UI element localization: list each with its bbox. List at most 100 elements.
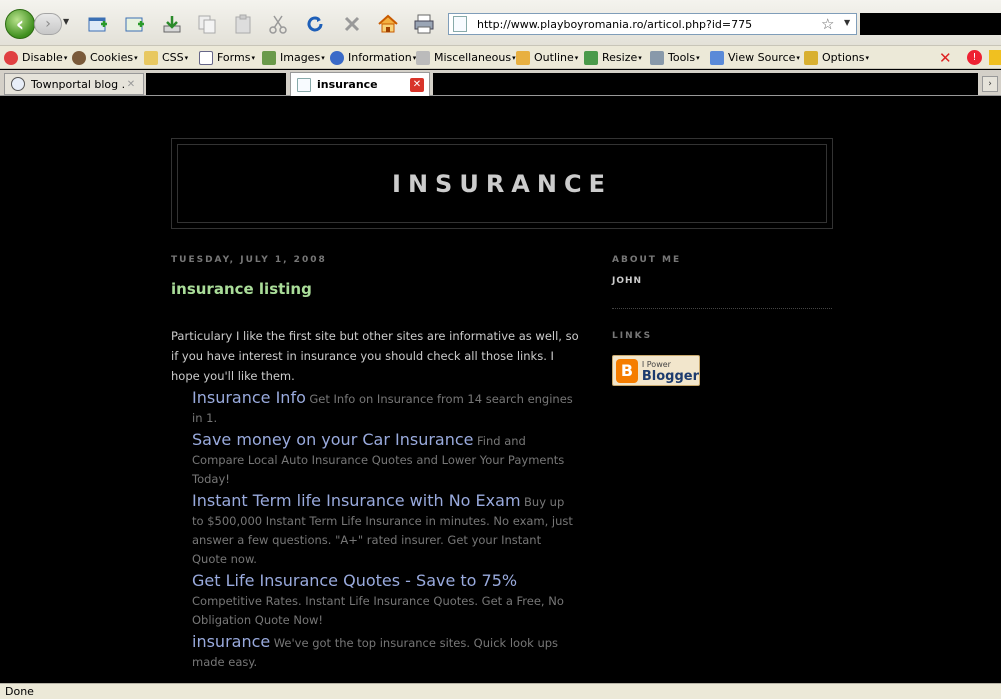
reload-button[interactable] [303,12,327,36]
close-icon[interactable]: ✕ [939,49,952,67]
new-window-icon [125,17,144,32]
chevron-down-icon: ▾ [63,53,68,62]
ad-link[interactable]: Instant Term life Insurance with No Exam [192,491,521,510]
cookies-label: Cookies [90,51,134,64]
ad-link[interactable]: insurance [192,632,270,651]
back-button[interactable]: ‹ [5,9,35,39]
miscellaneous-icon [416,50,430,65]
chevron-down-icon: ▾ [251,53,255,62]
paste-button[interactable] [231,12,255,36]
tab-label: insurance [317,78,378,91]
forward-button[interactable]: › [34,13,62,35]
ad-item: Insurance Info Get Info on Insurance fro… [192,388,579,428]
error-icon[interactable]: ! [967,50,982,65]
chevron-down-icon: ▾ [574,53,579,62]
ad-list: Insurance Info Get Info on Insurance fro… [192,388,579,672]
blog-title[interactable]: Insurance [392,170,612,198]
miscellaneous-menu[interactable]: Miscellaneous ▾ [416,49,516,66]
navigation-toolbar: ‹ › ▼ ☆ ▼ [0,0,1001,46]
page-icon [297,77,311,92]
chevron-down-icon: ▾ [321,53,325,62]
options-menu[interactable]: Options ▾ [804,49,869,66]
css-menu[interactable]: CSS ▾ [144,49,188,66]
resize-menu[interactable]: Resize ▾ [584,49,642,66]
ad-link[interactable]: Save money on your Car Insurance [192,430,474,449]
stop-button[interactable] [340,12,364,36]
view-source-menu[interactable]: View Source ▾ [710,49,800,66]
chevron-down-icon: ▾ [696,53,700,62]
chevron-down-icon: ▾ [796,53,800,62]
badge-big-text: Blogger [641,368,699,384]
page-icon [453,16,467,32]
status-bar: Done [0,683,1001,699]
chevron-down-icon: ▾ [865,53,869,62]
ad-item: insurance We've got the top insurance si… [192,632,579,672]
url-dropdown-icon[interactable]: ▼ [844,18,850,27]
ad-item: Save money on your Car Insurance Find an… [192,430,579,489]
forms-icon [199,50,213,65]
post-title[interactable]: insurance listing [171,280,581,298]
new-tab-icon [88,17,107,32]
home-button[interactable] [376,12,400,36]
history-dropdown-button[interactable]: ▼ [63,17,73,31]
tools-label: Tools [668,51,696,64]
ad-item: Get Life Insurance Quotes - Save to 75% … [192,571,579,630]
profile-name-link[interactable]: John [612,276,832,286]
close-icon[interactable]: ✕ [410,77,424,92]
css-folder-icon [144,50,158,65]
cut-icon [269,15,287,34]
tools-menu[interactable]: Tools ▾ [650,49,700,66]
outline-menu[interactable]: Outline ▾ [516,49,578,66]
images-menu[interactable]: Images ▾ [262,49,325,66]
ad-link[interactable]: Get Life Insurance Quotes - Save to 75% [192,571,517,590]
information-label: Information [348,51,412,64]
warning-icon[interactable] [989,50,1001,65]
status-text: Done [5,685,34,698]
resize-icon [584,50,598,65]
options-key-icon [804,50,818,65]
information-menu[interactable]: Information ▾ [330,49,416,66]
tab-list-chevron-icon[interactable]: › [982,76,998,92]
tab-townportal[interactable]: Townportal blog ... ✕ [4,73,144,95]
forms-menu[interactable]: Forms ▾ [199,49,255,66]
url-input[interactable] [477,16,817,32]
links-heading: Links [612,331,653,341]
post-date: Tuesday, July 1, 2008 [171,255,327,265]
blog-header: Insurance [171,138,833,229]
search-input[interactable] [860,13,1001,35]
address-bar[interactable]: ☆ ▼ [448,13,857,35]
blogger-logo-icon: B [616,358,638,383]
ad-item: Instant Term life Insurance with No Exam… [192,491,579,569]
disable-menu[interactable]: Disable ▾ [4,49,67,66]
print-button[interactable] [412,12,436,36]
sidebar-divider [612,308,832,309]
new-window-button[interactable] [123,12,147,36]
blank-tab[interactable] [433,73,978,95]
blog-header-inner: Insurance [177,144,827,223]
bookmark-star-icon[interactable]: ☆ [821,15,834,33]
tab-bar: Townportal blog ... ✕ insurance ✕ › [0,70,1001,96]
miscellaneous-label: Miscellaneous [434,51,512,64]
close-icon[interactable]: ✕ [124,77,138,91]
web-developer-toolbar: Disable ▾ Cookies ▾ CSS ▾ Forms ▾ Images ▾ In… [0,46,1001,69]
cut-button[interactable] [266,12,290,36]
outline-pencil-icon [516,50,530,65]
stop-icon [344,16,360,32]
blank-tab[interactable] [146,73,286,95]
chevron-down-icon: ▾ [134,53,138,62]
copy-button[interactable] [195,12,219,36]
new-tab-button[interactable] [86,12,110,36]
powered-by-blogger-badge[interactable]: B I Power Blogger [612,355,700,386]
download-button[interactable] [160,12,184,36]
back-arrow-icon: ‹ [15,12,25,36]
ad-link[interactable]: Insurance Info [192,388,306,407]
reload-icon [307,16,323,32]
images-label: Images [280,51,321,64]
cookies-menu[interactable]: Cookies ▾ [72,49,138,66]
tools-wrench-icon [650,50,664,65]
about-me-heading: About Me [612,255,682,265]
forward-arrow-icon: › [45,16,51,32]
disable-label: Disable [22,51,63,64]
information-icon [330,50,344,65]
tab-insurance[interactable]: insurance ✕ [290,72,430,96]
